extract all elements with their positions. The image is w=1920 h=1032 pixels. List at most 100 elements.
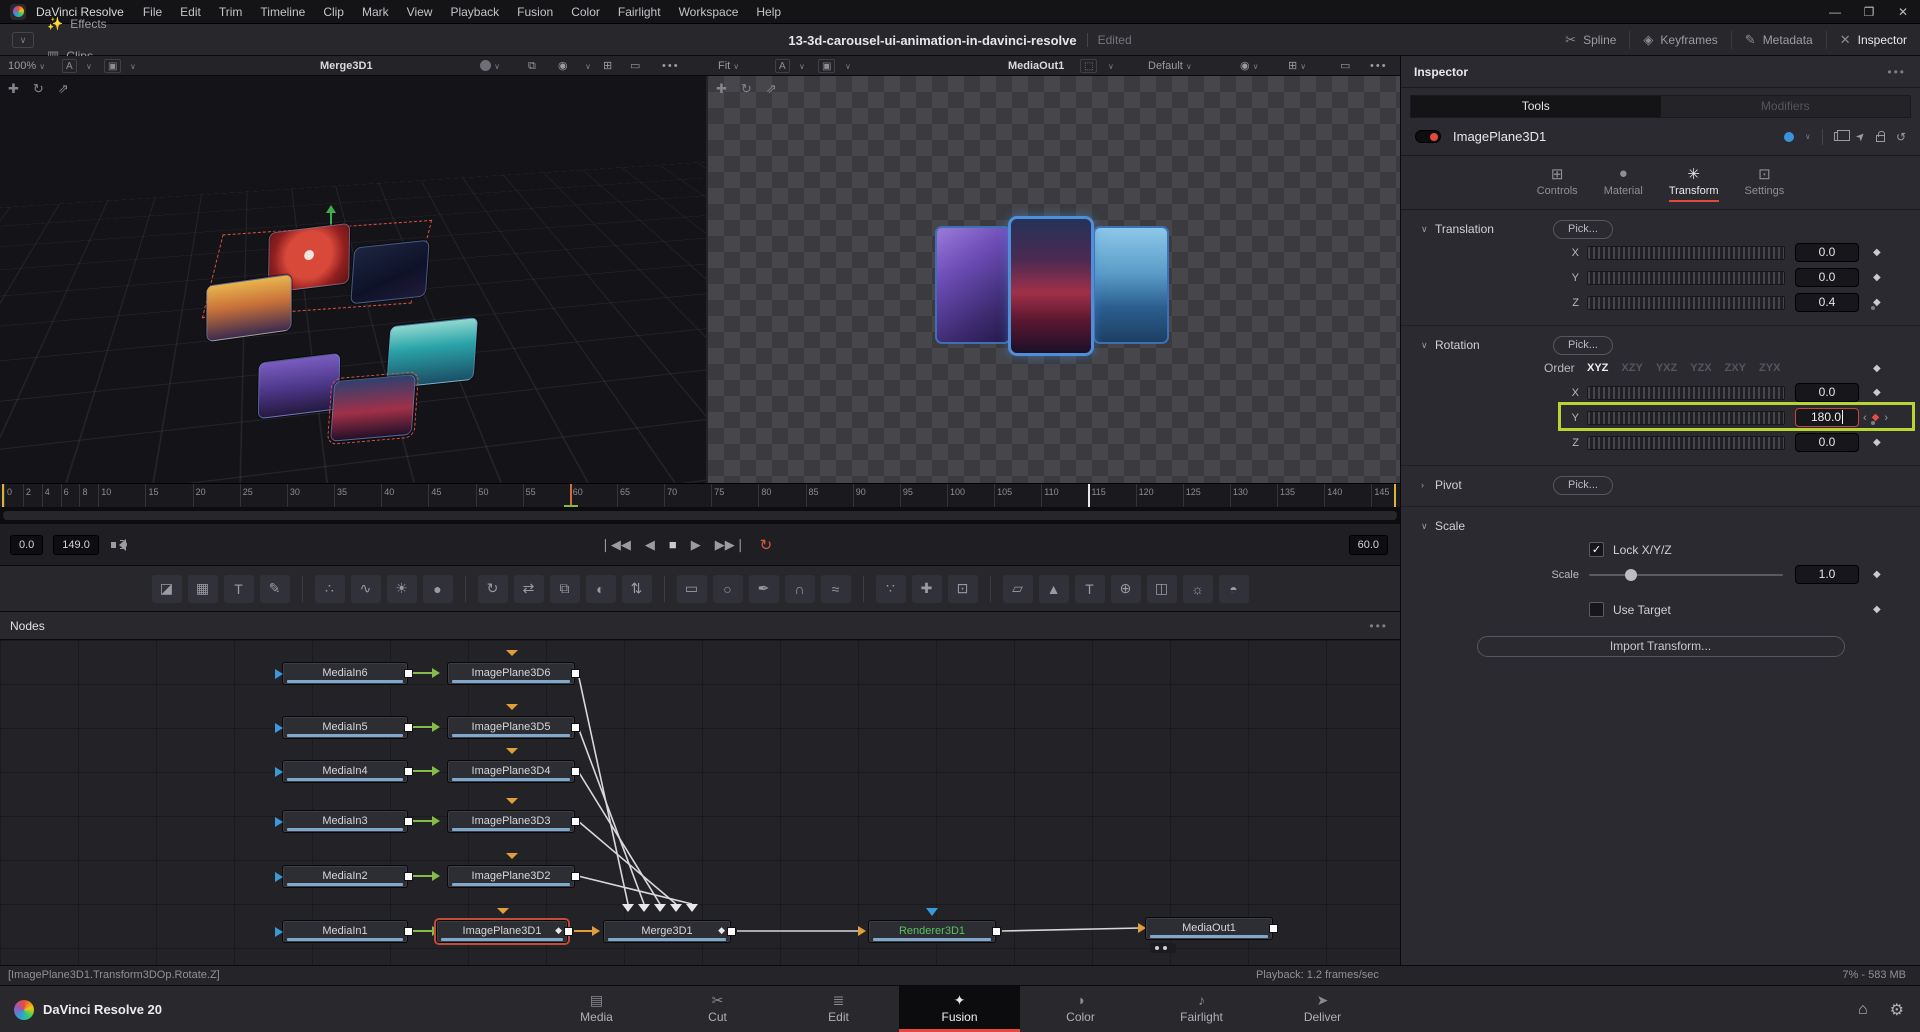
page-tab-deliver[interactable]: ➤Deliver [1262, 986, 1383, 1032]
node-imageplane3d2[interactable]: ImagePlane3D2 [447, 865, 575, 888]
audio-mute-icon[interactable] [111, 539, 127, 551]
go-to-start-button[interactable]: ❘◀◀ [600, 537, 631, 553]
keyframe-diamond-icon[interactable]: ◆ [1873, 604, 1881, 615]
node-mediain6[interactable]: MediaIn6 [282, 662, 408, 685]
merge-icon[interactable]: ⧉ [550, 575, 580, 603]
minimize-button[interactable]: — [1818, 0, 1852, 24]
rotation-x-value[interactable]: 0.0 [1795, 383, 1859, 402]
node-output[interactable] [564, 927, 573, 936]
scene-card-stars[interactable] [350, 240, 430, 305]
fastnoise-icon[interactable]: ▦ [188, 575, 218, 603]
right-viewer-region-chevron[interactable]: ∨ [1108, 56, 1114, 76]
tool-tab-transform[interactable]: ✳Transform [1669, 165, 1719, 209]
keyframe-diamond-icon[interactable]: ◆ [1873, 247, 1881, 258]
keyframe-diamond-icon[interactable]: ◆ [1873, 363, 1881, 374]
node-imageplane3d5[interactable]: ImagePlane3D5 [447, 716, 575, 739]
timeline-scrollbar-thumb[interactable] [3, 511, 1397, 520]
imageplane3d-icon[interactable]: ▱ [1003, 575, 1033, 603]
right-viewer-single-icon[interactable]: ▭ [1340, 56, 1350, 76]
tool-tab-controls[interactable]: ⊞Controls [1537, 165, 1578, 209]
node-merge3d1[interactable]: Merge3D1◆ [603, 920, 731, 943]
home-icon[interactable]: ⌂ [1858, 1001, 1868, 1019]
expand-icon[interactable]: ⇗ [766, 81, 777, 97]
left-viewer-dropdown-chevron[interactable]: ∨ [585, 56, 591, 76]
range-start-field[interactable]: 0.0 [10, 535, 43, 555]
split-view-icon[interactable]: ⊞ [603, 56, 612, 76]
node-imageplane3d6[interactable]: ImagePlane3D6 [447, 662, 575, 685]
menu-trim[interactable]: Trim [210, 5, 252, 19]
reset-icon[interactable]: ↺ [1896, 130, 1906, 144]
left-viewer-float-icon[interactable]: ⧉ [528, 56, 536, 76]
tool-tab-material[interactable]: ●Material [1604, 165, 1643, 209]
node-mediain4[interactable]: MediaIn4 [282, 760, 408, 783]
order-option-xzy[interactable]: XZY [1621, 362, 1642, 374]
range-end-field[interactable]: 149.0 [53, 535, 99, 555]
pan-icon[interactable]: ✚ [716, 81, 727, 97]
right-viewer-options-icon[interactable]: ••• [1370, 56, 1388, 76]
menu-workspace[interactable]: Workspace [670, 5, 748, 19]
tab-tools[interactable]: Tools [1411, 96, 1661, 117]
left-viewer-zoom-select[interactable]: 100% ∨ [8, 56, 45, 76]
keyframes-button[interactable]: ◈Keyframes [1630, 24, 1730, 56]
scale-slider-thumb[interactable] [1625, 569, 1637, 581]
expand-icon[interactable]: ⇗ [58, 81, 69, 97]
text-plus-icon[interactable]: T [224, 575, 254, 603]
order-option-xyz[interactable]: XYZ [1587, 362, 1608, 374]
pan-icon[interactable]: ✚ [8, 81, 19, 97]
right-viewer-channel-chevron[interactable]: ∨ [799, 56, 805, 76]
prev-keyframe-icon[interactable]: ‹ [1863, 412, 1867, 424]
page-tab-edit[interactable]: ≣Edit [778, 986, 899, 1032]
play-button[interactable]: ▶ [691, 537, 701, 553]
node-input[interactable] [275, 872, 288, 882]
spline-button[interactable]: ✂Spline [1552, 24, 1629, 56]
effects-button[interactable]: ✨Effects [34, 8, 139, 40]
node-imageplane3d4[interactable]: ImagePlane3D4 [447, 760, 575, 783]
rotation-z-slider[interactable] [1587, 436, 1785, 450]
transform-icon[interactable]: ↻ [478, 575, 508, 603]
pemitter-icon[interactable]: ∵ [876, 575, 906, 603]
page-tab-cut[interactable]: ✂Cut [657, 986, 778, 1032]
rotate-icon[interactable]: ↻ [741, 81, 752, 97]
menu-help[interactable]: Help [747, 5, 790, 19]
spotlight-icon[interactable]: ☼ [1183, 575, 1213, 603]
menu-clip[interactable]: Clip [314, 5, 353, 19]
render-range-end[interactable] [1394, 484, 1396, 507]
play-reverse-button[interactable]: ◀ [645, 537, 655, 553]
scene-card-sunset[interactable] [206, 274, 291, 343]
pivot-pick-button[interactable]: Pick... [1553, 476, 1613, 495]
node-output[interactable] [404, 872, 413, 881]
maximize-button[interactable]: ❐ [1852, 0, 1886, 24]
media-pool-button[interactable]: ▤Media Pool [34, 0, 139, 8]
keyframe-diamond-icon[interactable]: ◆ [1873, 272, 1881, 283]
menu-fusion[interactable]: Fusion [508, 5, 562, 19]
scene-card-night[interactable] [258, 353, 340, 420]
order-option-yxz[interactable]: YXZ [1656, 362, 1677, 374]
rotation-y-value-editing[interactable]: 180.0 [1795, 408, 1859, 427]
stop-button[interactable]: ■ [669, 537, 677, 552]
node-mediain5[interactable]: MediaIn5 [282, 716, 408, 739]
import-transform-button[interactable]: Import Transform... [1477, 636, 1845, 657]
matte-control-icon[interactable]: ◐ [586, 575, 616, 603]
node-mediain1[interactable]: MediaIn1 [282, 920, 408, 943]
node-output[interactable] [404, 767, 413, 776]
node-output[interactable] [571, 872, 580, 881]
node-color-chevron[interactable]: ∨ [1805, 132, 1811, 141]
menu-playback[interactable]: Playback [441, 5, 508, 19]
translation-y-slider[interactable] [1587, 271, 1785, 285]
renderer3d-icon[interactable]: ◓ [1219, 575, 1249, 603]
node-output[interactable] [992, 927, 1001, 936]
node-output[interactable] [404, 723, 413, 732]
node-input[interactable] [275, 723, 288, 733]
tab-modifiers[interactable]: Modifiers [1661, 96, 1911, 117]
rectangle-mask-icon[interactable]: ▭ [677, 575, 707, 603]
right-viewer-channel-button[interactable]: A [775, 59, 790, 73]
right-viewer-grid-icon[interactable]: ⊞ ∨ [1288, 56, 1306, 76]
text3d-icon[interactable]: T [1075, 575, 1105, 603]
chevron-down-icon[interactable]: ∨ [1421, 340, 1435, 351]
menu-mark[interactable]: Mark [353, 5, 398, 19]
timeline-ruler[interactable]: 0246810152025303540455055606570758085909… [0, 483, 1400, 507]
left-viewport-3d[interactable]: ✚ ↻ ⇗ Perspective [0, 76, 706, 483]
order-option-zyx[interactable]: ZYX [1759, 362, 1780, 374]
node-output[interactable] [571, 723, 580, 732]
loop-button[interactable]: ↻ [760, 536, 773, 554]
